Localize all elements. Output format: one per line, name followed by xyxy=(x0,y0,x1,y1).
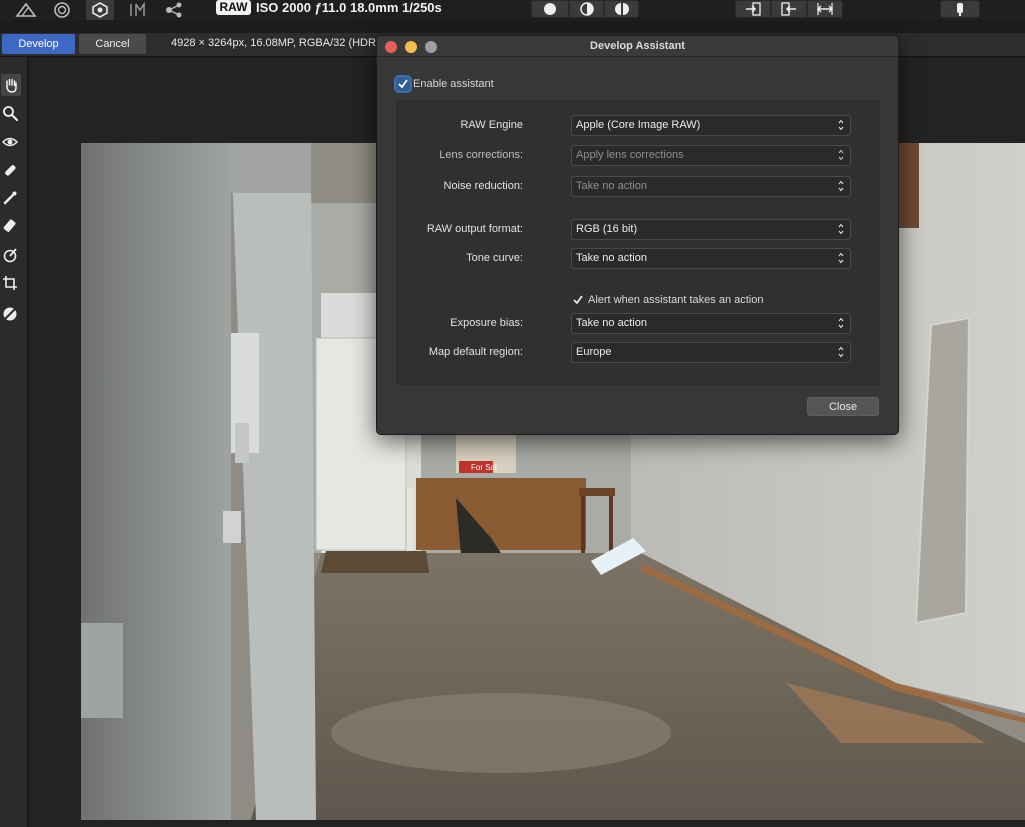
mirror-view-button[interactable] xyxy=(604,0,639,18)
chevron-updown-icon xyxy=(838,317,844,329)
gradient-tool-icon[interactable] xyxy=(0,244,20,266)
persona-toolbar: RAW ISO 2000 ƒ11.0 18.0mm 1/250s xyxy=(0,0,1025,20)
raw-output-format-value: RGB (16 bit) xyxy=(576,223,638,235)
tone-curve-select[interactable]: Take no action xyxy=(571,248,851,269)
cancel-button[interactable]: Cancel xyxy=(79,34,146,54)
exposure-bias-value: Take no action xyxy=(576,317,647,329)
overlay-brush-icon[interactable] xyxy=(0,187,20,209)
zoom-tool-icon[interactable] xyxy=(0,102,20,124)
checkmark-icon xyxy=(573,295,583,305)
raw-output-format-label: RAW output format: xyxy=(426,223,523,235)
noise-reduction-select[interactable]: Take no action xyxy=(571,176,851,197)
split-view-button[interactable] xyxy=(569,0,604,18)
sync-view-button[interactable] xyxy=(807,0,843,18)
lens-corrections-label: Lens corrections: xyxy=(439,149,523,161)
white-balance-tool-icon[interactable] xyxy=(0,303,20,325)
swap-left-button[interactable] xyxy=(735,0,771,18)
raw-engine-value: Apple (Core Image RAW) xyxy=(576,119,701,131)
tools-panel xyxy=(0,57,28,827)
chevron-updown-icon xyxy=(838,149,844,161)
alert-assistant-label: Alert when assistant takes an action xyxy=(588,294,764,306)
photo-persona-icon[interactable] xyxy=(12,0,40,20)
single-view-button[interactable] xyxy=(531,0,569,18)
chevron-updown-icon xyxy=(838,119,844,131)
exposure-bias-label: Exposure bias: xyxy=(450,317,523,329)
blemish-tool-icon[interactable] xyxy=(0,159,20,181)
dialog-titlebar: Develop Assistant xyxy=(377,36,898,57)
tone-curve-value: Take no action xyxy=(576,252,647,264)
exif-readout: ISO 2000 ƒ11.0 18.0mm 1/250s xyxy=(256,0,442,15)
assistant-button[interactable] xyxy=(940,0,980,18)
assistant-options-group: RAW Engine Apple (Core Image RAW) Lens c… xyxy=(396,100,880,385)
overlay-erase-icon[interactable] xyxy=(0,215,20,237)
liquify-persona-icon[interactable] xyxy=(48,0,76,20)
tone-mapping-persona-icon[interactable] xyxy=(124,0,152,20)
chevron-updown-icon xyxy=(838,252,844,264)
map-default-region-select[interactable]: Europe xyxy=(571,342,851,363)
raw-output-format-select[interactable]: RGB (16 bit) xyxy=(571,219,851,240)
chevron-updown-icon xyxy=(838,223,844,235)
enable-assistant-checkbox[interactable] xyxy=(396,77,410,91)
lens-corrections-select[interactable]: Apply lens corrections xyxy=(571,145,851,166)
alert-assistant-row[interactable]: Alert when assistant takes an action xyxy=(571,293,763,307)
swap-right-button[interactable] xyxy=(771,0,807,18)
enable-assistant-row[interactable]: Enable assistant xyxy=(396,77,494,91)
raw-engine-label: RAW Engine xyxy=(460,119,523,131)
exposure-bias-select[interactable]: Take no action xyxy=(571,313,851,334)
hand-tool-icon[interactable] xyxy=(1,74,21,96)
raw-engine-select[interactable]: Apple (Core Image RAW) xyxy=(571,115,851,136)
lens-corrections-value: Apply lens corrections xyxy=(576,149,684,161)
red-eye-tool-icon[interactable] xyxy=(0,131,20,153)
tone-curve-label: Tone curve: xyxy=(466,252,523,264)
develop-persona-icon[interactable] xyxy=(86,0,114,20)
close-button[interactable]: Close xyxy=(807,397,879,416)
map-default-region-label: Map default region: xyxy=(428,346,523,358)
develop-button[interactable]: Develop xyxy=(2,34,75,54)
crop-tool-icon[interactable] xyxy=(0,272,20,294)
develop-assistant-dialog: Develop Assistant Enable assistant RAW E… xyxy=(376,35,899,435)
noise-reduction-value: Take no action xyxy=(576,180,647,192)
enable-assistant-label: Enable assistant xyxy=(413,78,494,90)
image-info: 4928 × 3264px, 16.08MP, RGBA/32 (HDR) xyxy=(171,37,380,49)
raw-badge: RAW xyxy=(216,0,251,15)
export-persona-icon[interactable] xyxy=(160,0,188,20)
sign-text: For Sal xyxy=(471,463,497,472)
noise-reduction-label: Noise reduction: xyxy=(443,180,524,192)
chevron-updown-icon xyxy=(838,346,844,358)
chevron-updown-icon xyxy=(838,180,844,192)
checkmark-icon xyxy=(398,79,408,89)
map-default-region-value: Europe xyxy=(576,346,612,358)
dialog-title: Develop Assistant xyxy=(590,40,685,52)
alert-assistant-checkbox[interactable] xyxy=(571,293,585,307)
